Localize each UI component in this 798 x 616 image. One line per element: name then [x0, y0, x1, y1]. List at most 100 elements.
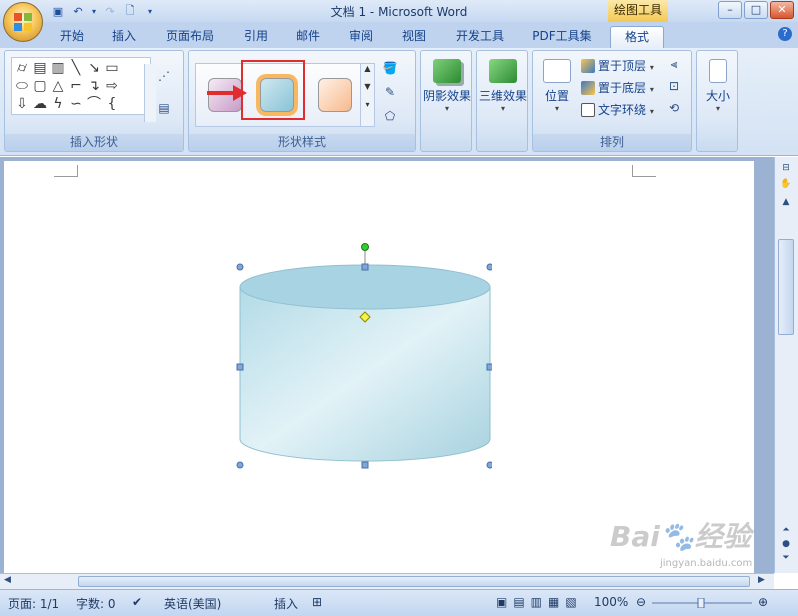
- cylinder-shape-icon[interactable]: ⌭: [14, 60, 30, 76]
- tab-references[interactable]: 引用: [236, 26, 276, 48]
- lightning-shape-icon[interactable]: ϟ: [50, 96, 66, 112]
- office-button[interactable]: [3, 2, 43, 42]
- styles-gallery-scrollbar[interactable]: ▲ ▼ ▾: [360, 64, 374, 126]
- status-mode[interactable]: 插入: [274, 595, 298, 612]
- tab-review[interactable]: 审阅: [341, 26, 381, 48]
- arrow-line-icon[interactable]: ↘: [86, 60, 102, 76]
- text-wrapping-icon: [581, 103, 595, 117]
- resize-handle-l[interactable]: [236, 363, 244, 371]
- tab-developer[interactable]: 开发工具: [448, 26, 512, 48]
- style-swatch-orange[interactable]: [318, 78, 352, 112]
- resize-handle-bl[interactable]: [236, 461, 244, 469]
- tab-pdf-tools[interactable]: PDF工具集: [526, 26, 598, 48]
- shadow-effects-label: 阴影效果: [422, 89, 471, 103]
- change-shape-icon[interactable]: ⬠: [381, 109, 399, 125]
- position-button[interactable]: 位置 ▾: [537, 59, 577, 113]
- resize-handle-r[interactable]: [486, 363, 492, 371]
- triangle-shape-icon[interactable]: △: [50, 78, 66, 94]
- 3d-effects-button[interactable]: 三维效果 ▾: [477, 59, 529, 113]
- maximize-button[interactable]: □: [744, 1, 768, 19]
- status-language[interactable]: 英语(美国): [164, 595, 221, 612]
- spellcheck-icon[interactable]: ✔: [132, 595, 142, 609]
- zoom-slider[interactable]: [652, 598, 752, 608]
- group-objects-icon[interactable]: ⊡: [665, 79, 683, 95]
- resize-handle-t[interactable]: [361, 263, 369, 271]
- red-arrow-icon: [207, 85, 247, 101]
- hand-icon[interactable]: ✋: [779, 179, 793, 191]
- zoom-in-icon[interactable]: ⊕: [758, 595, 768, 609]
- ruler-toggle-icon[interactable]: ⊟: [779, 163, 793, 175]
- text-wrapping-button[interactable]: 文字环绕 ▾: [581, 101, 654, 119]
- resize-handle-br[interactable]: [486, 461, 492, 469]
- tab-home[interactable]: 开始: [52, 26, 92, 48]
- scroll-right-icon[interactable]: ▶: [758, 575, 765, 585]
- size-button[interactable]: 大小 ▾: [697, 59, 739, 113]
- curve-shape-icon[interactable]: ∽: [68, 96, 84, 112]
- tab-insert[interactable]: 插入: [104, 26, 144, 48]
- resize-handle-b[interactable]: [361, 461, 369, 469]
- elbow-connector-icon[interactable]: ⌐: [68, 78, 84, 94]
- bring-to-front-button[interactable]: 置于顶层 ▾: [581, 57, 654, 75]
- shape-outline-icon[interactable]: ✎: [381, 85, 399, 101]
- shapes-gallery[interactable]: ⌭ ▤ ▥ ╲ ↘ ▭ ⬭ ▢ △ ⌐ ↴ ⇨ ⇩ ☁ ϟ ∽ ⌒ {: [11, 57, 156, 122]
- rectangle-shape-icon[interactable]: ▭: [104, 60, 120, 76]
- edit-points-icon[interactable]: ⋰: [155, 69, 173, 85]
- window-controls: – □ ✕: [718, 1, 794, 19]
- cylinder-shape[interactable]: [230, 243, 492, 473]
- send-to-back-button[interactable]: 置于底层 ▾: [581, 79, 654, 97]
- align-icon[interactable]: ⫷: [665, 57, 683, 73]
- arc-shape-icon[interactable]: ⌒: [86, 96, 102, 112]
- status-zoom[interactable]: 100%: [594, 595, 628, 609]
- document-area: [0, 157, 774, 581]
- zoom-out-icon[interactable]: ⊖: [636, 595, 646, 609]
- scroll-up-icon[interactable]: ▲: [779, 197, 793, 209]
- 3d-effects-icon: [489, 59, 517, 83]
- right-arrow-shape-icon[interactable]: ⇨: [104, 78, 120, 94]
- status-bar: 页面: 1/1 字数: 0 ✔ 英语(美国) 插入 ⊞ ▣▤▥▦▧ 100% ⊖…: [0, 589, 798, 616]
- tab-format[interactable]: 格式: [610, 26, 664, 48]
- vertical-textbox-icon[interactable]: ▥: [50, 60, 66, 76]
- line-shape-icon[interactable]: ╲: [68, 60, 84, 76]
- previous-page-icon[interactable]: ⏶: [779, 525, 793, 537]
- textbox-shape-icon[interactable]: ▤: [32, 60, 48, 76]
- send-to-back-label: 置于底层: [598, 81, 647, 95]
- group-insert-shapes: ⌭ ▤ ▥ ╲ ↘ ▭ ⬭ ▢ △ ⌐ ↴ ⇨ ⇩ ☁ ϟ ∽ ⌒ { ⋰ ▤ …: [4, 50, 184, 152]
- view-buttons[interactable]: ▣▤▥▦▧: [496, 595, 583, 609]
- tab-mailings[interactable]: 邮件: [288, 26, 328, 48]
- vertical-scrollbar[interactable]: ⊟ ✋ ▲ ⏶ ● ⏷: [774, 157, 798, 573]
- crop-mark-right: [632, 165, 656, 177]
- cloud-shape-icon[interactable]: ☁: [32, 96, 48, 112]
- rounded-rect-icon[interactable]: ▢: [32, 78, 48, 94]
- crop-mark-left: [54, 165, 78, 177]
- close-button[interactable]: ✕: [770, 1, 794, 19]
- brace-shape-icon[interactable]: {: [104, 96, 120, 112]
- macro-record-icon[interactable]: ⊞: [312, 595, 322, 609]
- bring-to-front-icon: [581, 59, 595, 73]
- oval-shape-icon[interactable]: ⬭: [14, 78, 30, 94]
- horizontal-scroll-thumb[interactable]: [78, 576, 750, 587]
- resize-handle-tr[interactable]: [486, 263, 492, 271]
- rotation-handle[interactable]: [361, 243, 369, 251]
- status-words[interactable]: 字数: 0: [76, 595, 116, 612]
- tab-page-layout[interactable]: 页面布局: [158, 26, 222, 48]
- group-arrange: 位置 ▾ 置于顶层 ▾ 置于底层 ▾ 文字环绕 ▾ ⫷ ⊡ ⟲ 排列: [532, 50, 692, 152]
- tab-view[interactable]: 视图: [394, 26, 434, 48]
- help-icon[interactable]: ?: [778, 27, 792, 41]
- minimize-button[interactable]: –: [718, 1, 742, 19]
- elbow-arrow-icon[interactable]: ↴: [86, 78, 102, 94]
- resize-handle-tl[interactable]: [236, 263, 244, 271]
- shape-fill-icon[interactable]: 🪣: [381, 61, 399, 77]
- add-text-icon[interactable]: ▤: [155, 101, 173, 117]
- vertical-scroll-thumb[interactable]: [778, 239, 794, 335]
- 3d-effects-label: 三维效果: [478, 89, 527, 103]
- horizontal-scrollbar[interactable]: ◀ ▶: [0, 573, 774, 589]
- group-shadow-effects: 阴影效果 ▾: [420, 50, 472, 152]
- rotate-icon[interactable]: ⟲: [665, 101, 683, 117]
- down-arrow-shape-icon[interactable]: ⇩: [14, 96, 30, 112]
- next-page-icon[interactable]: ⏷: [779, 553, 793, 565]
- text-wrapping-label: 文字环绕: [598, 103, 647, 117]
- scroll-left-icon[interactable]: ◀: [4, 575, 11, 585]
- shadow-effects-button[interactable]: 阴影效果 ▾: [421, 59, 473, 113]
- status-page[interactable]: 页面: 1/1: [8, 595, 59, 612]
- browse-object-icon[interactable]: ●: [779, 539, 793, 551]
